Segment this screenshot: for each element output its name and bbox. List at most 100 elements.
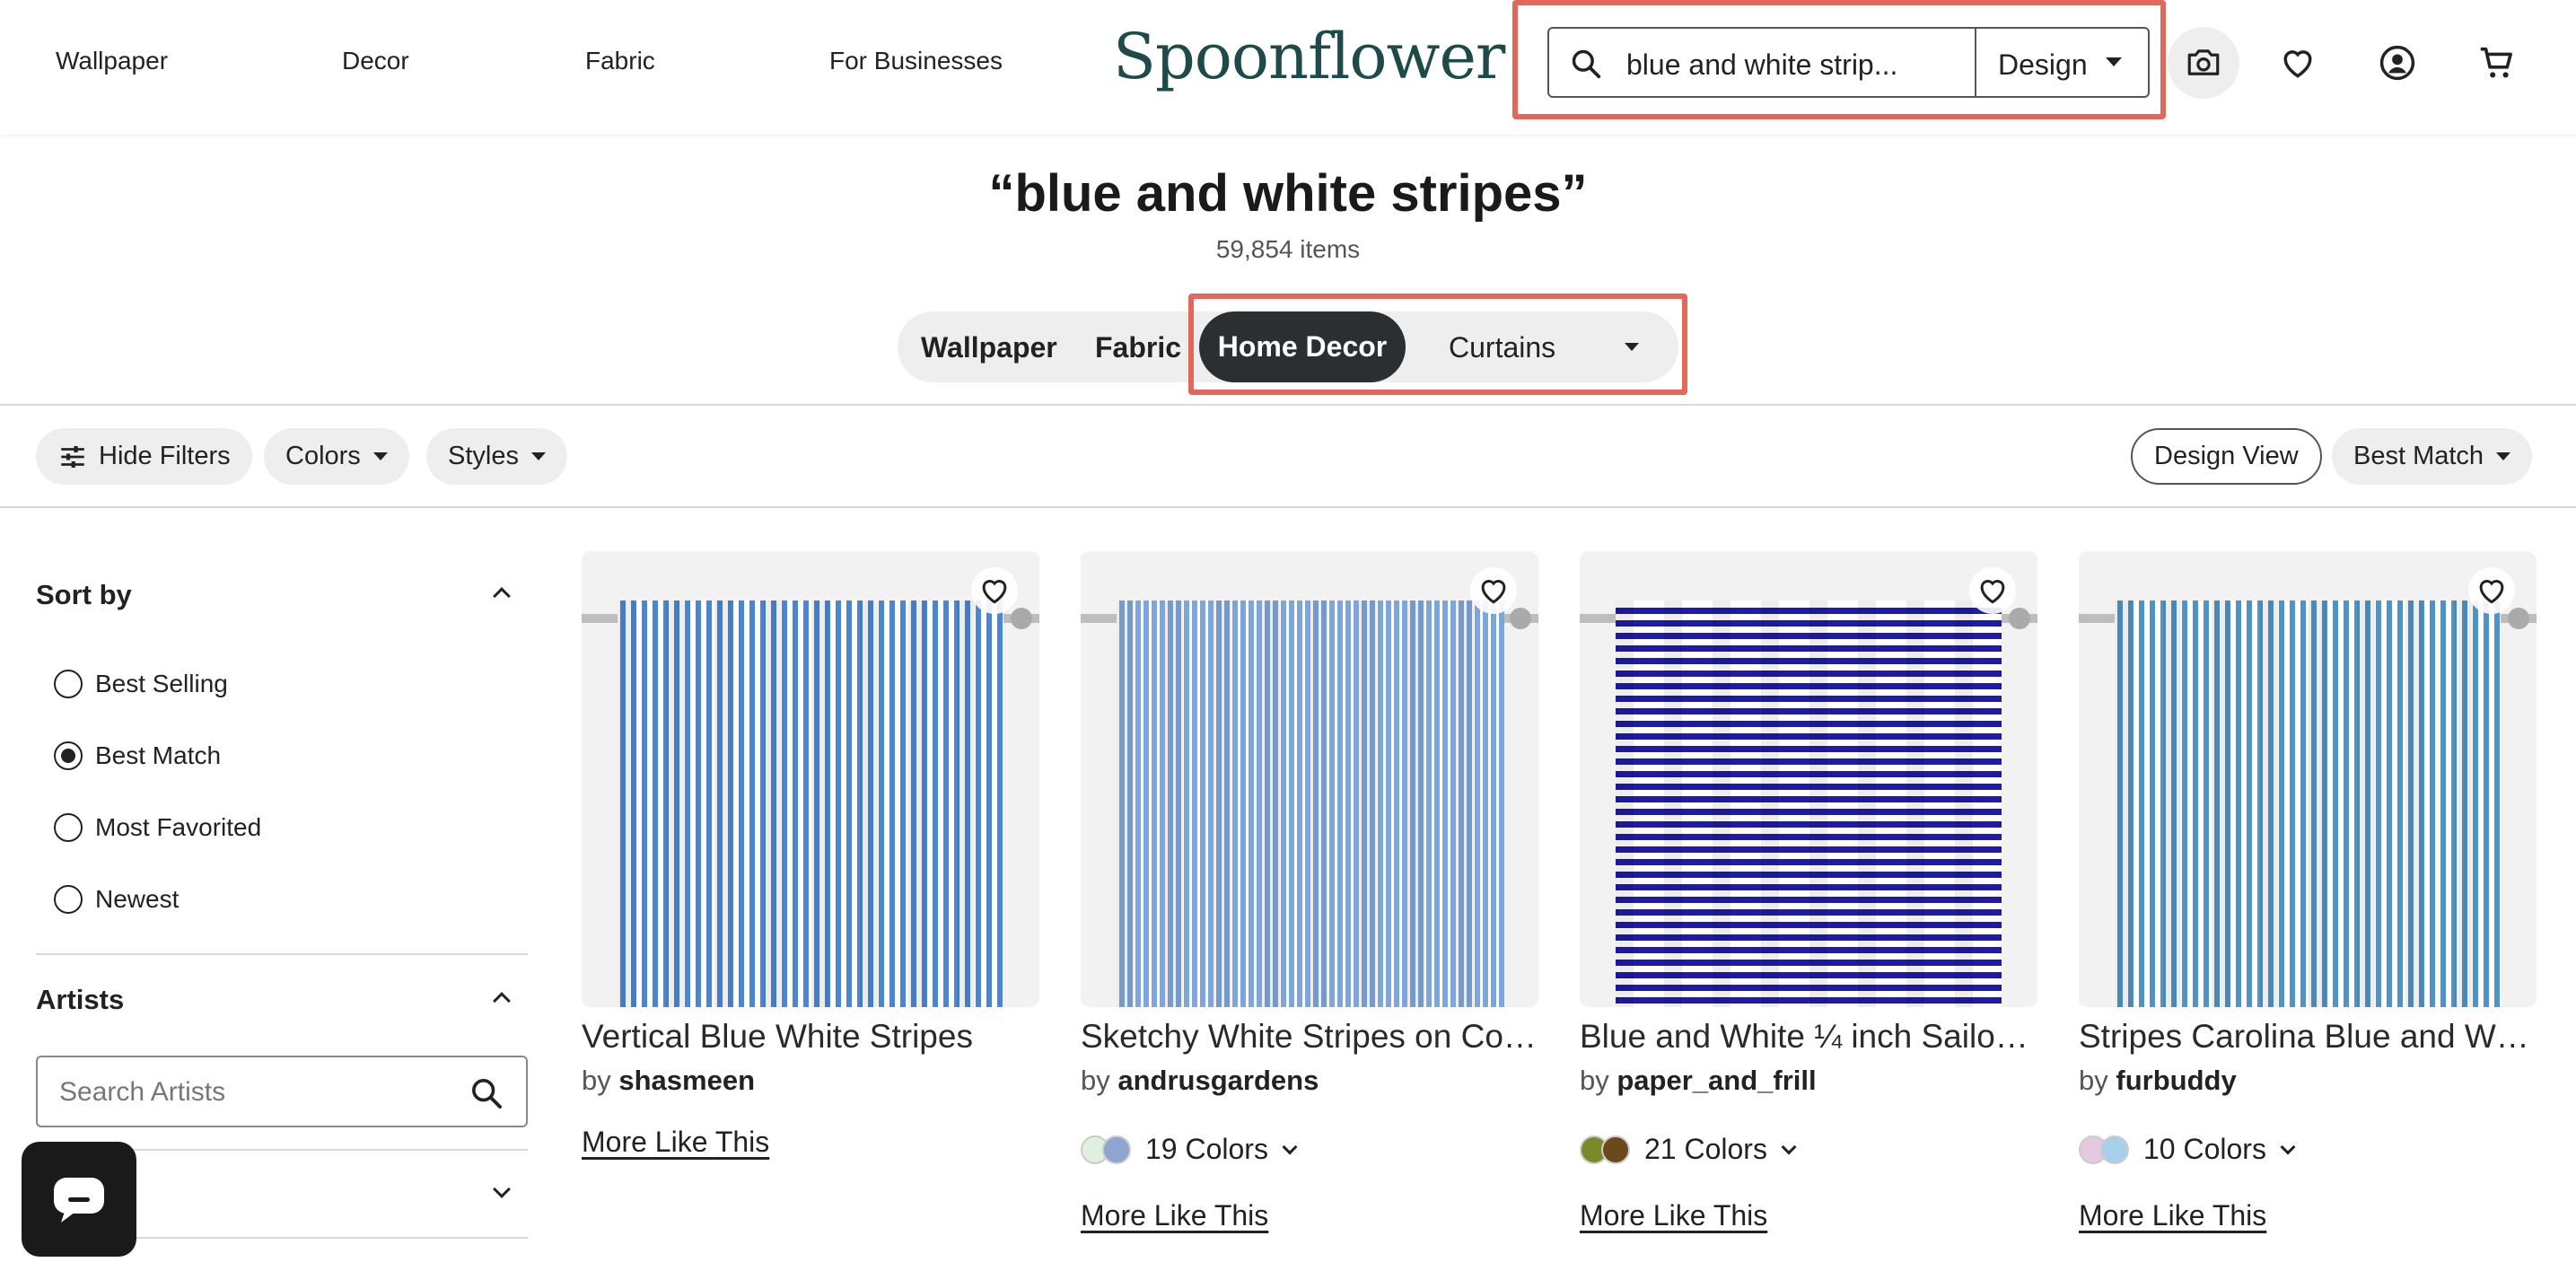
styles-filter[interactable]: Styles — [426, 428, 567, 485]
nav-fabric[interactable]: Fabric — [585, 47, 655, 75]
camera-icon — [2187, 49, 2220, 75]
category-highlight-box — [1188, 294, 1687, 395]
favorite-button[interactable] — [2468, 567, 2515, 614]
chevron-up-icon[interactable] — [493, 587, 511, 605]
artist-name[interactable]: furbuddy — [2116, 1065, 2236, 1096]
product-image[interactable] — [1081, 551, 1538, 1007]
caret-down-icon — [530, 452, 546, 460]
product-title[interactable]: Blue and White ¼ inch Sailor Stripes — [1580, 1018, 2037, 1056]
color-options[interactable]: 21 Colors — [1580, 1133, 1797, 1166]
heart-icon — [2479, 580, 2504, 604]
color-options[interactable]: 19 Colors — [1081, 1133, 1298, 1166]
more-like-this-link[interactable]: More Like This — [582, 1126, 769, 1159]
sort-option-label: Newest — [95, 885, 180, 913]
favorite-button[interactable] — [971, 567, 1018, 614]
chevron-up-icon[interactable] — [493, 992, 511, 1010]
spoonflower-logo[interactable]: Spoonflower — [1113, 20, 1505, 93]
camera-search-button[interactable] — [2168, 27, 2239, 99]
product-image[interactable] — [2079, 551, 2537, 1007]
artist-name[interactable]: paper_and_frill — [1617, 1065, 1816, 1096]
color-count: 21 Colors — [1644, 1133, 1767, 1165]
user-icon — [2379, 45, 2415, 81]
color-swatch — [2100, 1135, 2129, 1164]
tab-fabric[interactable]: Fabric — [1095, 331, 1181, 364]
chevron-down-icon — [2280, 1139, 2296, 1154]
colors-filter-label: Colors — [285, 442, 361, 470]
more-like-this-link[interactable]: More Like This — [1081, 1199, 1268, 1232]
heart-icon — [2283, 50, 2312, 78]
sort-option-label: Best Selling — [95, 670, 228, 697]
heart-icon — [1481, 580, 1506, 604]
artist-name[interactable]: shasmeen — [618, 1065, 755, 1096]
favorite-button[interactable] — [1470, 567, 1517, 614]
styles-filter-label: Styles — [448, 442, 519, 470]
product-card[interactable]: Vertical Blue White Stripes by shasmeen … — [582, 551, 1039, 1158]
by-label: by — [1580, 1065, 1609, 1096]
product-title[interactable]: Stripes Carolina Blue and White — [2079, 1018, 2537, 1056]
product-image[interactable] — [582, 551, 1039, 1007]
product-artist: by paper_and_frill — [1580, 1065, 1817, 1097]
nav-wallpaper[interactable]: Wallpaper — [56, 47, 168, 75]
cart-button[interactable] — [2461, 27, 2533, 99]
hide-filters-button[interactable]: Hide Filters — [36, 428, 252, 485]
product-card[interactable]: Blue and White ¼ inch Sailor Stripes by … — [1580, 551, 2037, 1232]
product-image[interactable] — [1580, 551, 2037, 1007]
heart-icon — [982, 580, 1007, 604]
section-divider — [0, 404, 2576, 406]
chevron-down-icon[interactable] — [493, 1180, 511, 1198]
sort-option-label: Best Match — [95, 741, 222, 769]
more-like-this-link[interactable]: More Like This — [1580, 1199, 1767, 1232]
color-options[interactable]: 10 Colors — [2079, 1133, 2296, 1166]
more-like-this-link[interactable]: More Like This — [2079, 1199, 2266, 1232]
filter-divider — [0, 506, 2576, 508]
heart-icon — [1980, 580, 2005, 604]
artist-search-field[interactable]: Search Artists — [36, 1056, 528, 1127]
result-count: 59,854 items — [1215, 235, 1361, 263]
chat-icon — [54, 1178, 104, 1223]
sliders-icon — [61, 445, 84, 468]
by-label: by — [2079, 1065, 2108, 1096]
product-card[interactable]: Sketchy White Stripes on Cornflower Blue… — [1081, 551, 1538, 1232]
artists-heading[interactable]: Artists — [36, 984, 124, 1016]
nav-decor[interactable]: Decor — [342, 47, 409, 75]
sort-select[interactable]: Best Match — [2332, 428, 2533, 485]
product-title[interactable]: Vertical Blue White Stripes — [582, 1018, 1039, 1056]
product-title[interactable]: Sketchy White Stripes on Cornflower Blue — [1081, 1018, 1538, 1056]
page-title: “blue and white stripes” — [988, 164, 1588, 223]
sort-option-best-match[interactable]: Best Match — [54, 738, 221, 774]
search-icon — [472, 1079, 502, 1109]
colors-filter[interactable]: Colors — [264, 428, 409, 485]
chat-button[interactable] — [22, 1142, 136, 1257]
color-count: 19 Colors — [1145, 1133, 1268, 1165]
cart-icon — [2480, 47, 2512, 78]
sort-option-newest[interactable]: Newest — [54, 881, 179, 917]
chevron-down-icon — [1282, 1139, 1298, 1154]
nav-for-businesses[interactable]: For Businesses — [829, 47, 1003, 75]
sort-option-most-favorited[interactable]: Most Favorited — [54, 810, 261, 846]
product-artist: by andrusgardens — [1081, 1065, 1319, 1097]
product-card[interactable]: Stripes Carolina Blue and White by furbu… — [2079, 551, 2537, 1232]
sidebar-divider — [36, 953, 528, 955]
radio-button[interactable] — [54, 813, 83, 842]
account-button[interactable] — [2361, 27, 2433, 99]
sort-option-best-selling[interactable]: Best Selling — [54, 666, 228, 702]
color-count: 10 Colors — [2143, 1133, 2266, 1165]
radio-button[interactable] — [54, 885, 83, 914]
favorite-button[interactable] — [1969, 567, 2016, 614]
favorites-button[interactable] — [2262, 27, 2334, 99]
hide-filters-label: Hide Filters — [99, 442, 231, 470]
artist-name[interactable]: andrusgardens — [1117, 1065, 1319, 1096]
sort-select-label: Best Match — [2353, 442, 2484, 470]
sort-by-heading[interactable]: Sort by — [36, 579, 132, 611]
radio-button-checked[interactable] — [54, 741, 83, 770]
site-header: Wallpaper Decor Fabric For Businesses Sp… — [0, 0, 2576, 135]
tab-wallpaper[interactable]: Wallpaper — [921, 331, 1057, 364]
design-view-button[interactable]: Design View — [2131, 428, 2322, 485]
radio-button[interactable] — [54, 670, 83, 698]
color-swatch — [1102, 1135, 1131, 1164]
design-view-label: Design View — [2154, 442, 2299, 470]
color-swatch — [1601, 1135, 1630, 1164]
caret-down-icon — [372, 452, 388, 460]
product-artist: by furbuddy — [2079, 1065, 2237, 1097]
search-highlight-box — [1512, 0, 2166, 119]
